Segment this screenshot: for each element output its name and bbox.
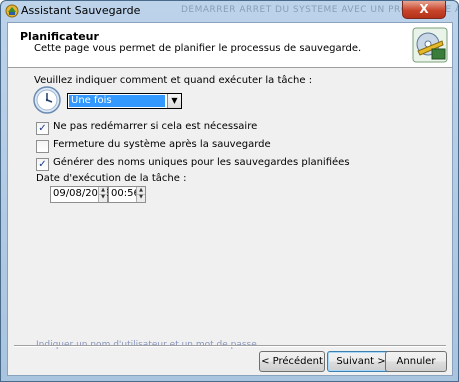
backup-app-icon	[5, 4, 19, 18]
checkbox-unique-names[interactable]: ✓	[36, 158, 49, 171]
date-down-arrow-icon[interactable]: ▼	[99, 194, 107, 201]
clock-icon	[33, 86, 61, 114]
checkbox-no-restart[interactable]: ✓	[36, 122, 49, 135]
close-button[interactable]: X	[402, 1, 446, 19]
wizard-window: Assistant Sauvegarde DEMARRER ARRET DU S…	[0, 0, 459, 382]
date-picker[interactable]: 09/08/2013 ▲ ▼	[50, 186, 111, 203]
time-spinner: ▲ ▼	[136, 187, 145, 202]
frequency-selected-value: Une fois	[69, 95, 165, 107]
option-label: Générer des noms uniques pour les sauveg…	[53, 157, 350, 168]
title-bar[interactable]: Assistant Sauvegarde DEMARRER ARRET DU S…	[1, 1, 458, 21]
option-unique-names[interactable]: ✓ Générer des noms uniques pour les sauv…	[36, 157, 350, 171]
time-down-arrow-icon[interactable]: ▼	[137, 194, 145, 201]
window-title: Assistant Sauvegarde	[21, 4, 141, 17]
option-label: Fermeture du système après la sauvegarde	[53, 139, 271, 150]
footer-divider	[14, 345, 446, 347]
option-shutdown-after[interactable]: Fermeture du système après la sauvegarde	[36, 139, 271, 153]
page-subtitle: Cette page vous permet de planifier le p…	[34, 43, 362, 54]
schedule-prompt: Veuillez indiquer comment et quand exécu…	[34, 75, 313, 86]
cancel-button[interactable]: Annuler	[385, 351, 447, 372]
wizard-header: Planificateur Cette page vous permet de …	[8, 23, 452, 68]
frequency-select[interactable]: Une fois ▼	[67, 93, 182, 109]
wizard-client-area: Planificateur Cette page vous permet de …	[7, 22, 453, 376]
page-title: Planificateur	[20, 30, 99, 43]
date-spinner: ▲ ▼	[98, 187, 107, 202]
backup-drive-icon	[412, 27, 448, 63]
time-picker[interactable]: 00:56 ▲ ▼	[108, 186, 146, 203]
chevron-down-icon[interactable]: ▼	[167, 94, 181, 108]
back-button[interactable]: < Précédent	[259, 351, 325, 372]
checkbox-shutdown-after[interactable]	[36, 140, 49, 153]
option-label: Ne pas redémarrer si cela est nécessaire	[53, 121, 258, 132]
option-no-restart[interactable]: ✓ Ne pas redémarrer si cela est nécessai…	[36, 121, 257, 135]
execution-date-label: Date d'exécution de la tâche :	[36, 173, 187, 184]
